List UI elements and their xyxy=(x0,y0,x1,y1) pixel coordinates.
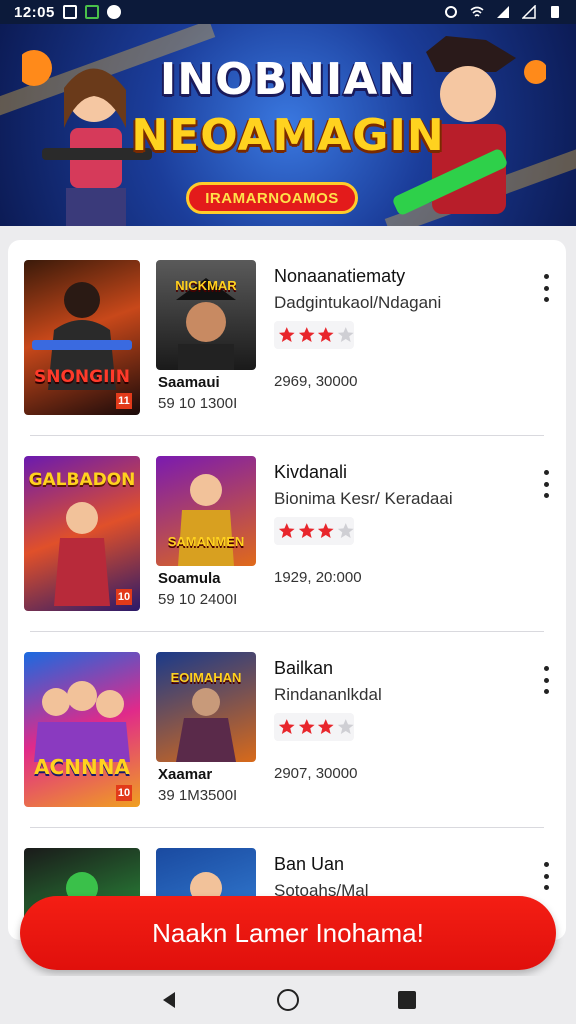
image-icon xyxy=(62,5,77,19)
cover-character-icon xyxy=(34,681,130,762)
alarm-icon xyxy=(445,6,457,18)
game-list: SNONGIIN 11 NICKMAR Saamaui 59 10 1300I … xyxy=(8,240,566,940)
photo-icon xyxy=(84,5,99,19)
item-info: Ban Uan Sotoahs/Mal xyxy=(274,854,524,901)
signal-icon xyxy=(497,6,509,18)
recents-icon xyxy=(397,991,416,1009)
signal-2-icon xyxy=(522,5,536,19)
list-item[interactable]: SNONGIIN 11 NICKMAR Saamaui 59 10 1300I … xyxy=(8,240,566,436)
star-filled-icon xyxy=(317,327,334,342)
age-badge: 10 xyxy=(116,785,132,801)
more-options-icon[interactable] xyxy=(538,470,554,498)
notification-icon xyxy=(106,5,121,19)
item-info: Kivdanali Bionima Kesr/ Keradaai 1929, 2… xyxy=(274,462,524,586)
game-thumbnail[interactable]: EOIMAHAN xyxy=(156,652,256,762)
item-code: 59 10 2400I xyxy=(158,591,238,608)
thumbnail-character-icon xyxy=(176,278,236,370)
cta-button[interactable]: Naakn Lamer Inohama! xyxy=(20,896,556,970)
wifi-icon xyxy=(470,6,484,17)
cover-title: GALBADON xyxy=(28,470,136,490)
rating-stars xyxy=(274,517,354,545)
battery-icon xyxy=(551,6,559,18)
list-item[interactable]: GALBADON 10 SAMANMEN Soamula 59 10 2400I… xyxy=(8,436,566,632)
item-code: 39 1M3500I xyxy=(158,787,238,804)
age-badge: 10 xyxy=(116,589,132,605)
game-thumbnail[interactable]: SAMANMEN xyxy=(156,456,256,566)
star-filled-icon xyxy=(278,719,295,734)
item-code: 59 10 1300I xyxy=(158,395,238,412)
thumbnail-character-icon xyxy=(176,688,236,762)
game-thumbnail[interactable]: NICKMAR xyxy=(156,260,256,370)
game-name: Nonaanatiematy xyxy=(274,266,406,286)
banner-subtitle: NEOAMAGIN xyxy=(131,110,445,161)
item-label: Saamaui xyxy=(158,374,220,391)
promo-banner[interactable]: INOBNIAN NEOAMAGIN IRAMARNOAMOS xyxy=(0,24,576,226)
star-filled-icon xyxy=(298,523,315,538)
banner-title: INOBNIAN xyxy=(159,54,417,105)
item-info: Nonaanatiematy Dadgintukaol/Ndagani 2969… xyxy=(274,266,524,390)
star-filled-icon xyxy=(278,327,295,342)
star-filled-icon xyxy=(317,719,334,734)
home-button[interactable] xyxy=(268,980,308,1020)
game-subtitle: Rindananlkdal xyxy=(274,685,382,704)
more-options-icon[interactable] xyxy=(538,274,554,302)
back-icon xyxy=(163,992,176,1008)
game-cover[interactable]: GALBADON 10 xyxy=(24,456,140,611)
game-stats: 2969, 30000 xyxy=(274,373,358,390)
status-time: 12:05 xyxy=(14,3,55,21)
game-subtitle: Dadgintukaol/Ndagani xyxy=(274,293,442,312)
game-stats: 2907, 30000 xyxy=(274,765,358,782)
thumbnail-character-icon xyxy=(178,474,234,566)
more-options-icon[interactable] xyxy=(538,666,554,694)
cover-title: ACNNNA xyxy=(34,755,130,779)
game-stats: 1929, 20:000 xyxy=(274,569,362,586)
game-subtitle: Bionima Kesr/ Keradaai xyxy=(274,489,453,508)
game-cover[interactable]: ACNNNA 10 xyxy=(24,652,140,807)
rating-stars xyxy=(274,713,354,741)
item-label: Soamula xyxy=(158,570,221,587)
game-cover[interactable]: SNONGIIN 11 xyxy=(24,260,140,415)
app-screen: 12:05 INOBNIAN NEOAMAGIN IRAMARNOAMOS SN… xyxy=(0,0,576,1024)
star-empty-icon xyxy=(337,719,354,734)
cover-character-icon xyxy=(32,282,132,390)
rating-stars xyxy=(274,321,354,349)
back-button[interactable] xyxy=(149,980,189,1020)
thumbnail-title: EOIMAHAN xyxy=(170,670,242,685)
star-filled-icon xyxy=(298,719,315,734)
star-filled-icon xyxy=(278,523,295,538)
game-name: Kivdanali xyxy=(274,462,348,482)
cover-title: SNONGIIN xyxy=(34,367,130,387)
list-item[interactable]: ACNNNA 10 EOIMAHAN Xaamar 39 1M3500I Bai… xyxy=(8,632,566,828)
game-name: Ban Uan xyxy=(274,854,345,874)
star-filled-icon xyxy=(317,523,334,538)
item-info: Bailkan Rindananlkdal 2907, 30000 xyxy=(274,658,524,782)
star-empty-icon xyxy=(337,327,354,342)
thumbnail-title: NICKMAR xyxy=(175,278,237,293)
recents-button[interactable] xyxy=(387,980,427,1020)
banner-pill-button[interactable]: IRAMARNOAMOS xyxy=(186,182,358,214)
home-icon xyxy=(276,989,299,1011)
age-badge: 11 xyxy=(116,393,132,409)
star-filled-icon xyxy=(298,327,315,342)
game-name: Bailkan xyxy=(274,658,334,678)
status-bar: 12:05 xyxy=(0,0,576,24)
item-label: Xaamar xyxy=(158,766,213,783)
more-options-icon[interactable] xyxy=(538,862,554,890)
navigation-bar xyxy=(0,976,576,1024)
star-empty-icon xyxy=(337,523,354,538)
thumbnail-title: SAMANMEN xyxy=(167,534,245,549)
